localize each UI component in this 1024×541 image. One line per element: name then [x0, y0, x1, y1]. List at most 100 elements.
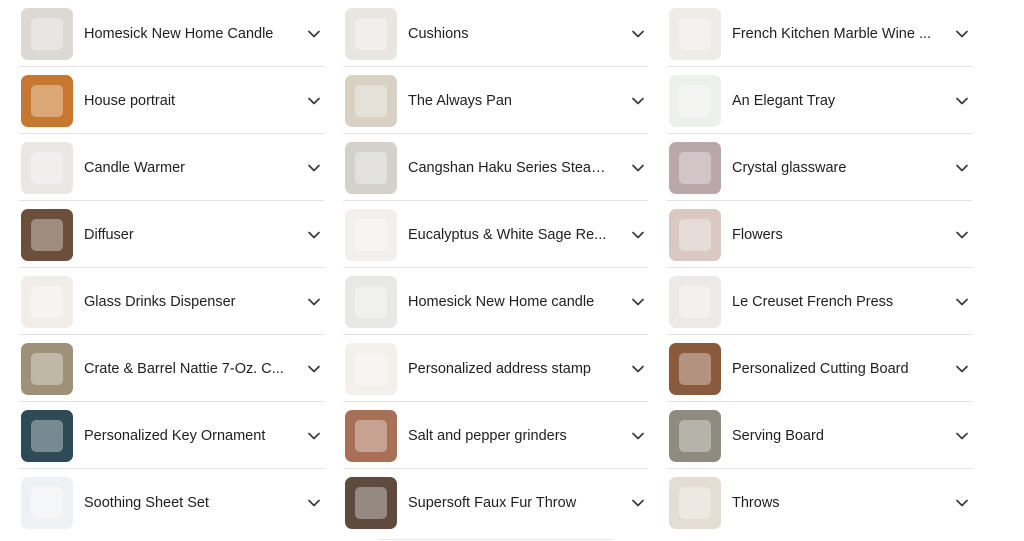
chevron-down-icon[interactable]	[304, 91, 324, 111]
thumbnail-highlight	[31, 486, 63, 519]
product-thumbnail	[21, 275, 73, 328]
product-thumbnail	[21, 74, 73, 127]
product-thumbnail	[21, 141, 73, 194]
accordion-item[interactable]: Eucalyptus & White Sage Re...	[343, 201, 648, 268]
product-thumbnail	[345, 476, 397, 529]
thumbnail-highlight	[31, 419, 63, 452]
product-thumbnail	[345, 208, 397, 261]
product-name: Personalized address stamp	[408, 360, 591, 377]
chevron-down-icon[interactable]	[628, 493, 648, 513]
thumbnail-highlight	[679, 419, 711, 452]
product-name: Cangshan Haku Series Steak...	[408, 159, 608, 176]
accordion-item[interactable]: Cangshan Haku Series Steak...	[343, 134, 648, 201]
chevron-down-icon[interactable]	[952, 24, 972, 44]
product-thumbnail	[669, 342, 721, 395]
chevron-down-icon[interactable]	[304, 359, 324, 379]
product-thumbnail	[345, 409, 397, 462]
accordion-item[interactable]: Serving Board	[667, 402, 972, 469]
chevron-down-icon[interactable]	[304, 225, 324, 245]
thumbnail-highlight	[679, 352, 711, 385]
chevron-down-icon[interactable]	[304, 493, 324, 513]
accordion-item[interactable]: House portrait	[19, 67, 324, 134]
accordion-item[interactable]: Personalized Key Ornament	[19, 402, 324, 469]
product-name: House portrait	[84, 92, 176, 109]
chevron-down-icon[interactable]	[628, 225, 648, 245]
chevron-down-icon[interactable]	[628, 292, 648, 312]
chevron-down-icon[interactable]	[304, 426, 324, 446]
accordion-item[interactable]: Flowers	[667, 201, 972, 268]
chevron-down-icon[interactable]	[952, 225, 972, 245]
accordion-item[interactable]: Soothing Sheet Set	[19, 469, 324, 536]
product-name: Soothing Sheet Set	[84, 494, 209, 511]
product-name: Eucalyptus & White Sage Re...	[408, 226, 607, 243]
thumbnail-highlight	[31, 84, 63, 117]
product-thumbnail	[669, 141, 721, 194]
chevron-down-icon[interactable]	[304, 292, 324, 312]
product-thumbnail	[669, 476, 721, 529]
thumbnail-highlight	[31, 17, 63, 50]
accordion-item[interactable]: Personalized address stamp	[343, 335, 648, 402]
accordion-item[interactable]: Personalized Cutting Board	[667, 335, 972, 402]
accordion-item[interactable]: Supersoft Faux Fur Throw	[343, 469, 648, 536]
accordion-item[interactable]: Crate & Barrel Nattie 7-Oz. C...	[19, 335, 324, 402]
thumbnail-highlight	[31, 285, 63, 318]
chevron-down-icon[interactable]	[952, 493, 972, 513]
accordion-item[interactable]: Le Creuset French Press	[667, 268, 972, 335]
product-name: Flowers	[732, 226, 783, 243]
product-name: An Elegant Tray	[732, 92, 836, 109]
chevron-down-icon[interactable]	[628, 24, 648, 44]
chevron-down-icon[interactable]	[628, 158, 648, 178]
product-thumbnail	[21, 208, 73, 261]
thumbnail-highlight	[355, 17, 387, 50]
product-thumbnail	[669, 409, 721, 462]
chevron-down-icon[interactable]	[952, 91, 972, 111]
thumbnail-highlight	[355, 84, 387, 117]
chevron-down-icon[interactable]	[952, 359, 972, 379]
chevron-down-icon[interactable]	[628, 426, 648, 446]
chevron-down-icon[interactable]	[952, 158, 972, 178]
accordion-item[interactable]: Salt and pepper grinders	[343, 402, 648, 469]
product-name: Serving Board	[732, 427, 824, 444]
accordion-item[interactable]: Cushions	[343, 0, 648, 67]
chevron-down-icon[interactable]	[304, 24, 324, 44]
product-column: French Kitchen Marble Wine ... An Elegant…	[667, 0, 972, 536]
product-thumbnail	[21, 342, 73, 395]
product-name: Le Creuset French Press	[732, 293, 894, 310]
product-name: Throws	[732, 494, 780, 511]
chevron-down-icon[interactable]	[628, 359, 648, 379]
accordion-item[interactable]: Crystal glassware	[667, 134, 972, 201]
accordion-item[interactable]: Candle Warmer	[19, 134, 324, 201]
thumbnail-highlight	[679, 151, 711, 184]
accordion-item[interactable]: Homesick New Home Candle	[19, 0, 324, 67]
thumbnail-highlight	[31, 151, 63, 184]
accordion-item[interactable]: Diffuser	[19, 201, 324, 268]
product-thumbnail	[669, 208, 721, 261]
thumbnail-highlight	[679, 486, 711, 519]
product-name: Personalized Key Ornament	[84, 427, 266, 444]
thumbnail-highlight	[355, 218, 387, 251]
thumbnail-highlight	[679, 17, 711, 50]
product-name: Diffuser	[84, 226, 134, 243]
thumbnail-highlight	[679, 218, 711, 251]
product-thumbnail	[345, 275, 397, 328]
product-thumbnail	[669, 275, 721, 328]
chevron-down-icon[interactable]	[952, 292, 972, 312]
accordion-item[interactable]: Homesick New Home candle	[343, 268, 648, 335]
accordion-item[interactable]: French Kitchen Marble Wine ...	[667, 0, 972, 67]
accordion-item[interactable]: An Elegant Tray	[667, 67, 972, 134]
chevron-down-icon[interactable]	[952, 426, 972, 446]
product-thumbnail	[21, 7, 73, 60]
accordion-item[interactable]: Throws	[667, 469, 972, 536]
thumbnail-highlight	[31, 218, 63, 251]
product-name: French Kitchen Marble Wine ...	[732, 25, 932, 42]
accordion-item[interactable]: Glass Drinks Dispenser	[19, 268, 324, 335]
thumbnail-highlight	[31, 352, 63, 385]
product-thumbnail	[345, 74, 397, 127]
accordion-item[interactable]: The Always Pan	[343, 67, 648, 134]
product-name: Personalized Cutting Board	[732, 360, 909, 377]
product-column: Homesick New Home Candle House portrait Ca…	[19, 0, 324, 536]
product-column: Cushions The Always Pan Cangshan Haku Seri…	[343, 0, 648, 536]
product-name: Crystal glassware	[732, 159, 847, 176]
chevron-down-icon[interactable]	[304, 158, 324, 178]
chevron-down-icon[interactable]	[628, 91, 648, 111]
